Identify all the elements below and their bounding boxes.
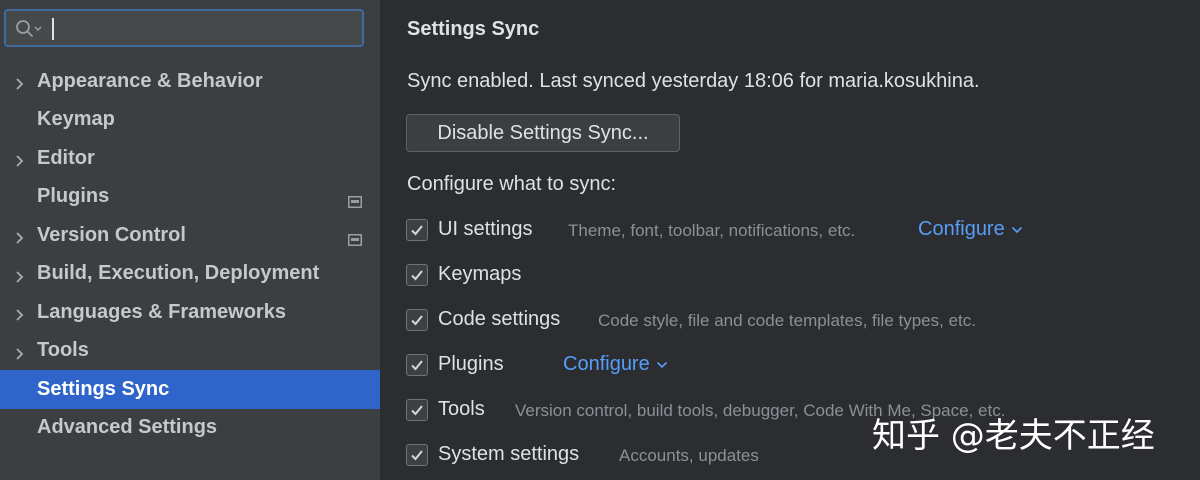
sidebar-item-label: Languages & Frameworks <box>37 300 286 323</box>
sidebar-item-label: Appearance & Behavior <box>37 69 263 92</box>
code-settings-checkbox[interactable] <box>406 309 428 331</box>
checkmark-icon <box>411 450 423 461</box>
configure-link-label: Configure <box>918 218 1005 240</box>
page-title: Settings Sync <box>407 18 540 40</box>
chevron-right-icon[interactable] <box>13 344 27 360</box>
checkmark-icon <box>411 405 423 416</box>
checkmark-icon <box>411 315 423 326</box>
chevron-right-icon[interactable] <box>13 74 27 90</box>
sidebar-item-label: Tools <box>37 339 89 362</box>
sync-option-ui-settings: UI settings Theme, font, toolbar, notifi… <box>406 216 1186 244</box>
watermark: 知乎 @老夫不正经 <box>872 416 1155 456</box>
configure-ui-settings-link[interactable]: Configure <box>918 218 1023 241</box>
checkmark-icon <box>411 225 423 236</box>
chevron-right-icon[interactable] <box>13 151 27 167</box>
sidebar-item-plugins[interactable]: Plugins <box>0 178 380 217</box>
option-label[interactable]: System settings <box>438 443 579 466</box>
settings-badge-icon <box>348 229 362 246</box>
sidebar-item-languages-frameworks[interactable]: Languages & Frameworks <box>0 293 380 332</box>
sidebar-item-tools[interactable]: Tools <box>0 332 380 371</box>
sidebar-item-editor[interactable]: Editor <box>0 139 380 178</box>
search-input[interactable] <box>50 15 354 43</box>
text-cursor <box>52 18 54 40</box>
chevron-right-icon[interactable] <box>13 267 27 283</box>
sync-status-text: Sync enabled. Last synced yesterday 18:0… <box>407 70 980 92</box>
plugins-checkbox[interactable] <box>406 354 428 376</box>
sidebar-item-settings-sync[interactable]: Settings Sync <box>0 370 380 409</box>
settings-badge-icon <box>348 191 362 208</box>
settings-nav: Appearance & Behavior Keymap Editor Plug… <box>0 62 380 447</box>
configure-prompt: Configure what to sync: <box>407 173 616 195</box>
configure-plugins-link[interactable]: Configure <box>563 353 668 376</box>
option-label[interactable]: UI settings <box>438 218 532 241</box>
search-icon[interactable] <box>15 19 43 39</box>
option-description: Theme, font, toolbar, notifications, etc… <box>568 221 856 240</box>
chevron-right-icon[interactable] <box>13 305 27 321</box>
sidebar-item-label: Advanced Settings <box>37 416 218 439</box>
option-label[interactable]: Tools <box>438 398 485 421</box>
chevron-down-icon <box>656 361 667 368</box>
option-description: Code style, file and code templates, fil… <box>598 311 976 330</box>
sidebar-item-keymap[interactable]: Keymap <box>0 101 380 140</box>
option-label[interactable]: Plugins <box>438 353 504 376</box>
system-settings-checkbox[interactable] <box>406 444 428 466</box>
chevron-down-icon <box>1011 226 1022 233</box>
sidebar-item-appearance-behavior[interactable]: Appearance & Behavior <box>0 62 380 101</box>
checkmark-icon <box>411 270 423 281</box>
option-label[interactable]: Code settings <box>438 308 560 331</box>
sync-option-plugins: Plugins Configure <box>406 351 1186 379</box>
sidebar-item-advanced-settings[interactable]: Advanced Settings <box>0 409 380 448</box>
sidebar-item-label: Version Control <box>37 223 186 246</box>
sidebar-item-label: Editor <box>37 146 95 169</box>
settings-sidebar: Appearance & Behavior Keymap Editor Plug… <box>0 0 380 480</box>
settings-window: Appearance & Behavior Keymap Editor Plug… <box>0 0 1200 480</box>
configure-link-label: Configure <box>563 353 650 375</box>
ui-settings-checkbox[interactable] <box>406 219 428 241</box>
sidebar-item-label: Plugins <box>37 185 110 208</box>
sidebar-item-build-execution-deployment[interactable]: Build, Execution, Deployment <box>0 255 380 294</box>
disable-settings-sync-button[interactable]: Disable Settings Sync... <box>406 114 680 152</box>
checkmark-icon <box>411 360 423 371</box>
keymaps-checkbox[interactable] <box>406 264 428 286</box>
option-label[interactable]: Keymaps <box>438 263 521 286</box>
sidebar-item-label: Settings Sync <box>37 377 170 400</box>
sidebar-item-version-control[interactable]: Version Control <box>0 216 380 255</box>
sidebar-item-label: Keymap <box>37 108 115 131</box>
sync-option-keymaps: Keymaps <box>406 261 1186 289</box>
sidebar-item-label: Build, Execution, Deployment <box>37 262 320 285</box>
sync-option-code-settings: Code settings Code style, file and code … <box>406 306 1186 334</box>
chevron-right-icon[interactable] <box>13 228 27 244</box>
search-box[interactable] <box>4 9 364 47</box>
tools-checkbox[interactable] <box>406 399 428 421</box>
option-description: Accounts, updates <box>619 446 759 465</box>
